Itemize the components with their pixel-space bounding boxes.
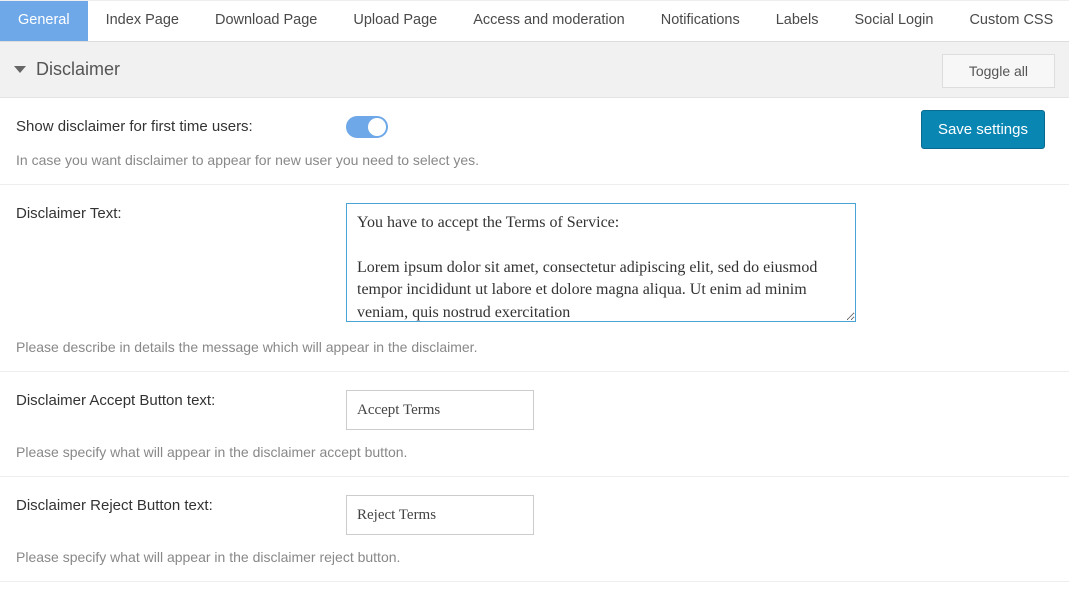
help-accept-button: Please specify what will appear in the d…: [0, 430, 1069, 477]
accept-button-text-input[interactable]: [346, 390, 534, 430]
tab-notifications[interactable]: Notifications: [643, 1, 758, 41]
setting-accept-button: Disclaimer Accept Button text:: [0, 372, 1069, 430]
setting-label-show-disclaimer: Show disclaimer for first time users:: [16, 116, 346, 135]
tab-custom-css[interactable]: Custom CSS: [951, 1, 1069, 41]
disclaimer-text-input[interactable]: [346, 203, 856, 322]
section-title: Disclaimer: [36, 59, 120, 80]
tab-upload-page[interactable]: Upload Page: [335, 1, 455, 41]
setting-label-accept-button: Disclaimer Accept Button text:: [16, 390, 346, 409]
help-disclaimer-text: Please describe in details the message w…: [0, 325, 1069, 372]
tab-index-page[interactable]: Index Page: [88, 1, 197, 41]
tab-general[interactable]: General: [0, 1, 88, 41]
tab-download-page[interactable]: Download Page: [197, 1, 335, 41]
tab-social-login[interactable]: Social Login: [836, 1, 951, 41]
setting-reject-button: Disclaimer Reject Button text:: [0, 477, 1069, 535]
tabs-bar: General Index Page Download Page Upload …: [0, 0, 1069, 42]
setting-label-disclaimer-text: Disclaimer Text:: [16, 203, 346, 222]
setting-show-disclaimer: Show disclaimer for first time users:: [0, 98, 1069, 138]
toggle-all-button[interactable]: Toggle all: [942, 54, 1055, 88]
settings-body: Show disclaimer for first time users: In…: [0, 98, 1069, 582]
tab-access-moderation[interactable]: Access and moderation: [455, 1, 643, 41]
toggle-show-disclaimer[interactable]: [346, 116, 388, 138]
help-reject-button: Please specify what will appear in the d…: [0, 535, 1069, 582]
chevron-down-icon[interactable]: [14, 66, 26, 73]
setting-label-reject-button: Disclaimer Reject Button text:: [16, 495, 346, 514]
tab-labels[interactable]: Labels: [758, 1, 837, 41]
section-header: Disclaimer Toggle all: [0, 42, 1069, 98]
toggle-knob: [368, 118, 386, 136]
reject-button-text-input[interactable]: [346, 495, 534, 535]
save-settings-button[interactable]: Save settings: [921, 110, 1045, 149]
setting-disclaimer-text: Disclaimer Text:: [0, 185, 1069, 325]
help-show-disclaimer: In case you want disclaimer to appear fo…: [0, 138, 1069, 185]
